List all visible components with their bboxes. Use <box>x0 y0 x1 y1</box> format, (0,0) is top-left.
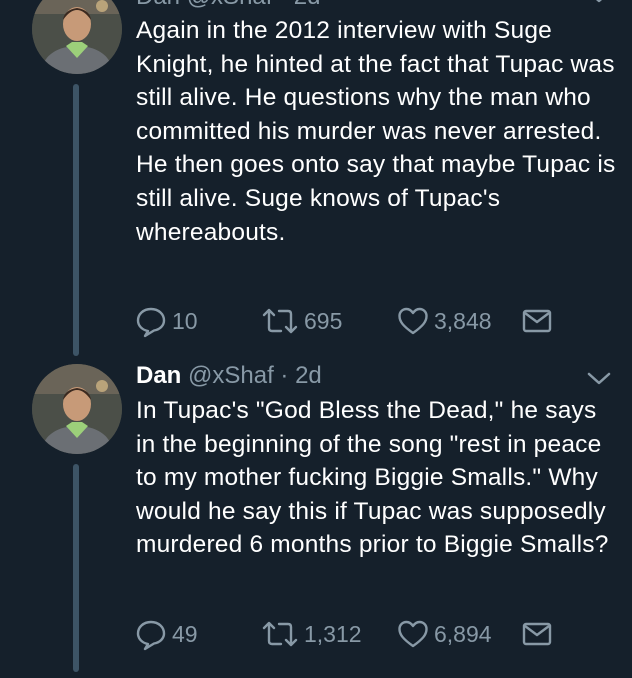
tweet-2[interactable]: Dan @xShaf · 2d In Tupac's "God Bless th… <box>0 360 632 678</box>
tweet-actions: 10 695 3,848 <box>134 303 564 339</box>
tweet-1[interactable]: Dan @xShaf · 2d Again in the 2012 interv… <box>0 0 632 360</box>
direct-message-button[interactable] <box>520 616 554 652</box>
like-count: 3,848 <box>434 307 492 334</box>
like-icon <box>398 620 428 648</box>
retweet-button[interactable]: 1,312 <box>260 616 362 652</box>
tweet-actions: 49 1,312 6,894 <box>134 616 564 652</box>
tweet-text: Again in the 2012 interview with Suge Kn… <box>136 17 616 246</box>
reply-button[interactable]: 49 <box>134 616 198 652</box>
retweet-icon <box>262 621 298 647</box>
envelope-icon <box>522 309 552 333</box>
chevron-down-icon[interactable] <box>586 368 612 388</box>
avatar-image <box>32 0 122 74</box>
like-button[interactable]: 6,894 <box>396 616 492 652</box>
tweet-time[interactable]: · 2d <box>280 362 321 389</box>
reply-count: 10 <box>172 307 198 334</box>
avatar-image <box>32 364 122 454</box>
retweet-count: 695 <box>304 307 343 334</box>
retweet-count: 1,312 <box>304 620 362 647</box>
tweet-header-text: Dan @xShaf · 2d <box>136 0 320 10</box>
chevron-down-icon[interactable] <box>586 0 612 6</box>
like-button[interactable]: 3,848 <box>396 303 492 339</box>
reply-button[interactable]: 10 <box>134 303 198 339</box>
tweet-header-partial: Dan @xShaf · 2d <box>136 0 320 12</box>
reply-icon <box>136 620 166 651</box>
avatar[interactable] <box>32 364 122 454</box>
retweet-icon <box>262 308 298 334</box>
thread-line <box>73 84 79 356</box>
reply-count: 49 <box>172 620 198 647</box>
envelope-icon <box>522 622 552 646</box>
author-name[interactable]: Dan <box>136 362 181 389</box>
like-icon <box>398 307 428 335</box>
like-count: 6,894 <box>434 620 492 647</box>
avatar[interactable] <box>32 0 122 74</box>
tweet-text: In Tupac's "God Bless the Dead," he says… <box>136 397 609 559</box>
direct-message-button[interactable] <box>520 303 554 339</box>
tweet-header: Dan @xShaf · 2d <box>136 361 322 391</box>
retweet-button[interactable]: 695 <box>260 303 342 339</box>
reply-icon <box>136 307 166 338</box>
author-handle[interactable]: @xShaf <box>188 362 274 389</box>
thread-line <box>73 464 79 672</box>
